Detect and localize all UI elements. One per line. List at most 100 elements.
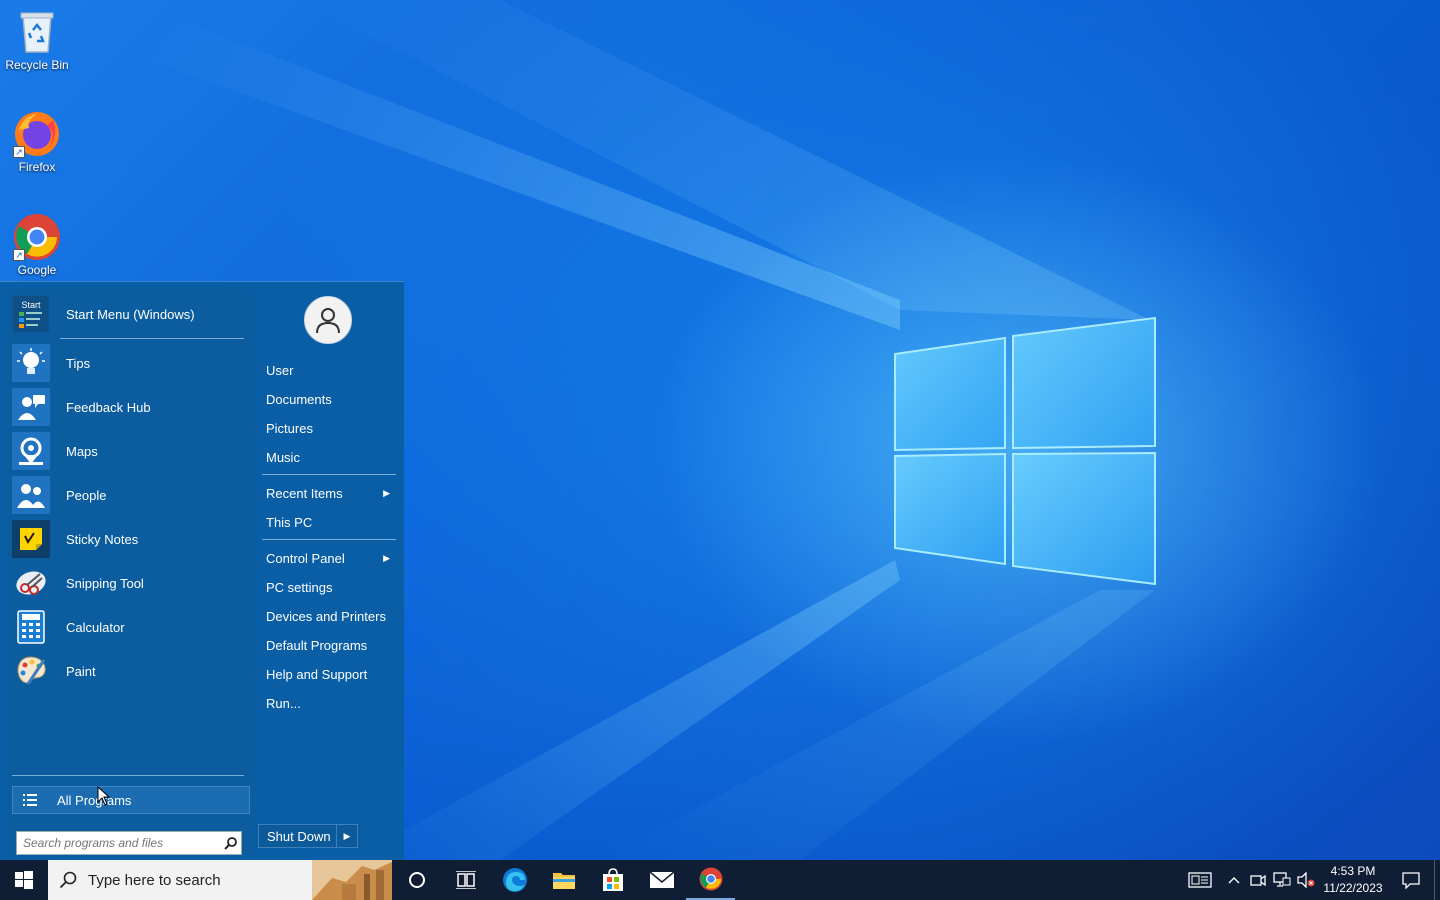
action-center-button[interactable] xyxy=(1388,860,1434,900)
search-icon[interactable] xyxy=(221,833,241,853)
search-highlight-illustration xyxy=(312,860,392,900)
link-documents[interactable]: Documents xyxy=(266,386,396,412)
link-label: Music xyxy=(266,449,300,465)
program-sticky-notes[interactable]: Sticky Notes xyxy=(12,519,248,559)
shortcut-arrow-icon: ↗ xyxy=(13,146,25,158)
link-label: Run... xyxy=(266,695,301,711)
desktop-icon-recycle-bin[interactable]: Recycle Bin xyxy=(0,8,74,72)
task-view-icon xyxy=(455,871,476,889)
taskbar-task-view[interactable] xyxy=(441,860,490,900)
tray-show-hidden[interactable] xyxy=(1222,860,1246,900)
taskbar-file-explorer[interactable] xyxy=(539,860,588,900)
taskbar: Type here to search 4:53 PM 11/22/2023 xyxy=(0,860,1440,900)
start-search-box[interactable] xyxy=(16,831,242,855)
shutdown-options-arrow-icon[interactable]: ▶ xyxy=(337,831,357,842)
firefox-icon: ↗ xyxy=(13,110,61,158)
link-default-programs[interactable]: Default Programs xyxy=(266,632,396,658)
link-label: Help and Support xyxy=(266,666,368,682)
tray-volume[interactable] xyxy=(1294,860,1318,900)
shutdown-button[interactable]: Shut Down xyxy=(259,825,337,847)
program-calculator[interactable]: Calculator xyxy=(12,607,248,647)
shutdown-button-group: Shut Down ▶ xyxy=(258,824,358,848)
taskbar-clock[interactable]: 4:53 PM 11/22/2023 xyxy=(1318,863,1388,897)
taskbar-cortana[interactable] xyxy=(392,860,441,900)
link-this-pc[interactable]: This PC xyxy=(266,509,396,535)
sticky-note-icon xyxy=(12,520,50,558)
list-icon xyxy=(23,794,37,806)
program-maps[interactable]: Maps xyxy=(12,431,248,471)
edge-icon xyxy=(502,868,527,892)
windows-logo xyxy=(894,316,1156,586)
program-people[interactable]: People xyxy=(12,475,248,515)
link-label: Devices and Printers xyxy=(266,608,386,624)
link-devices-and-printers[interactable]: Devices and Printers xyxy=(266,603,396,629)
link-label: Pictures xyxy=(266,420,313,436)
program-paint[interactable]: Paint xyxy=(12,651,248,691)
volume-muted-icon xyxy=(1297,872,1315,888)
clock-date: 11/22/2023 xyxy=(1323,881,1383,895)
link-pc-settings[interactable]: PC settings xyxy=(266,574,396,600)
desktop-icon-firefox[interactable]: ↗ Firefox xyxy=(0,110,74,174)
start-button[interactable] xyxy=(0,860,48,900)
program-start-menu-windows[interactable]: Start Start Menu (Windows) xyxy=(12,294,248,334)
show-desktop-button[interactable] xyxy=(1434,860,1440,900)
program-feedback-hub[interactable]: Feedback Hub xyxy=(12,387,248,427)
link-user[interactable]: User xyxy=(266,357,396,383)
user-avatar[interactable] xyxy=(304,296,352,344)
network-icon xyxy=(1273,872,1291,887)
tray-network[interactable] xyxy=(1270,860,1294,900)
taskbar-search-box[interactable]: Type here to search xyxy=(48,860,392,900)
program-label: Start Menu (Windows) xyxy=(66,306,195,322)
search-icon xyxy=(48,871,88,889)
link-control-panel[interactable]: Control Panel ▶ xyxy=(266,545,396,571)
palette-icon xyxy=(12,652,50,690)
desktop-icon-google[interactable]: ↗ Google xyxy=(0,213,74,277)
shortcut-arrow-icon: ↗ xyxy=(13,249,25,261)
tray-news-widget[interactable] xyxy=(1178,860,1222,900)
taskbar-chrome[interactable] xyxy=(686,860,735,900)
program-label: Sticky Notes xyxy=(66,531,139,547)
taskbar-edge[interactable] xyxy=(490,860,539,900)
link-label: This PC xyxy=(266,514,313,530)
start-menu: Start Start Menu (Windows) Tips Feedback… xyxy=(0,281,404,860)
calculator-icon xyxy=(12,608,50,646)
link-run[interactable]: Run... xyxy=(266,690,396,716)
chrome-icon: ↗ xyxy=(13,213,61,261)
program-snipping-tool[interactable]: Snipping Tool xyxy=(12,563,248,603)
divider xyxy=(262,474,396,475)
chevron-right-icon: ▶ xyxy=(383,552,390,563)
link-recent-items[interactable]: Recent Items ▶ xyxy=(266,480,396,506)
user-icon xyxy=(316,308,340,334)
taskbar-store[interactable] xyxy=(588,860,637,900)
program-label: Snipping Tool xyxy=(66,575,144,591)
all-programs-button[interactable]: All Programs xyxy=(12,786,250,814)
program-label: Tips xyxy=(66,355,91,371)
taskbar-search-text: Type here to search xyxy=(88,871,221,889)
link-label: Control Panel xyxy=(266,550,345,566)
start-search-input[interactable] xyxy=(17,833,221,853)
link-help-and-support[interactable]: Help and Support xyxy=(266,661,396,687)
cortana-icon xyxy=(408,872,425,888)
scissors-icon xyxy=(12,564,50,602)
program-label: Maps xyxy=(66,443,98,459)
camera-icon xyxy=(1250,874,1266,887)
tray-meet-now[interactable] xyxy=(1246,860,1270,900)
program-label: People xyxy=(66,487,107,503)
link-music[interactable]: Music xyxy=(266,444,396,470)
program-label: Paint xyxy=(66,663,96,679)
mouse-cursor-icon xyxy=(97,786,111,806)
people-icon xyxy=(12,476,50,514)
file-explorer-icon xyxy=(552,873,575,889)
recycle-bin-icon xyxy=(13,8,61,56)
start-app-icon-text: Start xyxy=(21,300,41,310)
lightbulb-icon xyxy=(12,344,50,382)
chevron-up-icon xyxy=(1228,877,1240,884)
taskbar-mail[interactable] xyxy=(637,860,686,900)
clock-time: 4:53 PM xyxy=(1330,864,1376,878)
link-pictures[interactable]: Pictures xyxy=(266,415,396,441)
program-tips[interactable]: Tips xyxy=(12,343,248,383)
divider xyxy=(12,775,244,776)
link-label: Recent Items xyxy=(266,485,343,501)
notification-icon xyxy=(1402,872,1420,889)
desktop-icon-label: Google xyxy=(17,263,57,277)
